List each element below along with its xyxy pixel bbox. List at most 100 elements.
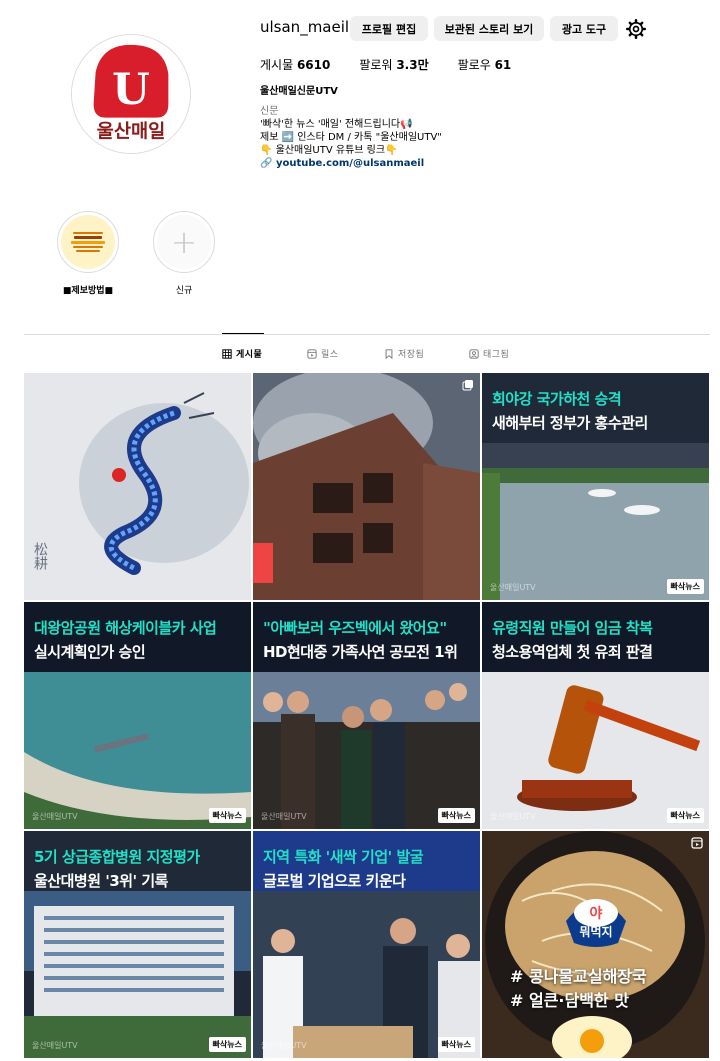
headline-line-1: 유령직원 만들어 임금 착복 <box>492 619 653 637</box>
edit-profile-button[interactable]: 프로필 편집 <box>350 16 428 41</box>
news-badge: 빠삭뉴스 <box>666 808 704 823</box>
svg-text:U: U <box>112 64 150 115</box>
stat-following[interactable]: 팔로우 61 <box>458 56 512 73</box>
headline-line-1: 5기 상급종합병원 지정평가 <box>34 848 200 866</box>
tab-label: 태그됨 <box>483 350 510 360</box>
headline-line-2: 새해부터 정부가 홍수관리 <box>492 414 648 432</box>
stat-value: 61 <box>494 58 512 72</box>
headline-line-2: 글로벌 기업으로 키운다 <box>263 872 406 890</box>
bio-line: 제보 ➡️ 인스타 DM / 카톡 "울산매일UTV" <box>260 132 442 143</box>
watermark: 울산매일UTV <box>490 812 536 821</box>
profile-username: ulsan_maeil <box>260 18 350 36</box>
dragon-painting-image <box>24 373 251 600</box>
watermark: 울산매일UTV <box>32 1041 78 1050</box>
post-tile[interactable]: 야 뭐먹지 # 콩나물교실해장국 # 얼큰·담백한 맛 <box>482 831 709 1058</box>
headline-line-1: "아빠보러 우즈벡에서 왔어요" <box>263 619 447 637</box>
headline-line-2: HD현대중 가족사연 공모전 1위 <box>263 643 458 661</box>
highlight-new-circle: + <box>153 211 215 273</box>
tab-label: 게시물 <box>236 350 263 360</box>
stat-value: 3.3만 <box>396 58 429 72</box>
reels-icon <box>691 837 703 849</box>
tabs-divider <box>24 334 710 335</box>
post-headline: 유령직원 만들어 임금 착복 청소용역업체 첫 유죄 판결 <box>492 616 703 664</box>
watermark: 울산매일UTV <box>261 812 307 821</box>
news-badge: 빠삭뉴스 <box>666 579 704 594</box>
headline-line-2: 실시계획인가 승인 <box>34 643 146 661</box>
building-fire-photo <box>253 373 480 600</box>
active-tab-indicator <box>222 333 264 334</box>
news-badge: 빠삭뉴스 <box>208 1037 246 1052</box>
profile-category: 신문 <box>260 106 279 117</box>
news-badge: 빠삭뉴스 <box>437 1037 475 1052</box>
highlight-label: ■제보방법■ <box>62 286 114 296</box>
ad-tools-button[interactable]: 광고 도구 <box>550 16 618 41</box>
posts-grid: 松耕 회야강 국가하천 승격 새해부터 정부가 홍수관리 울산매일UTV 빠삭뉴… <box>24 373 710 1061</box>
bio-line: 👇 울산매일UTV 유튜브 링크👇 <box>260 145 398 156</box>
profile-stats: 게시물 6610 팔로워 3.3만 팔로우 61 <box>260 56 511 73</box>
tab-tagged[interactable]: 태그됨 <box>469 347 509 360</box>
headline-line-2: 청소용역업체 첫 유죄 판결 <box>492 643 653 661</box>
reels-icon <box>307 348 317 359</box>
tab-reels[interactable]: 릴스 <box>307 347 339 360</box>
gear-icon[interactable] <box>626 19 646 39</box>
plus-icon: + <box>170 223 198 261</box>
grid-icon <box>222 348 232 359</box>
tab-label: 릴스 <box>321 350 339 360</box>
post-tile[interactable]: 5기 상급종합병원 지정평가 울산대병원 '3위' 기록 울산매일UTV 빠삭뉴… <box>24 831 251 1058</box>
stat-followers[interactable]: 팔로워 3.3만 <box>359 56 428 73</box>
view-archive-button[interactable]: 보관된 스토리 보기 <box>434 16 544 41</box>
profile-link[interactable]: 🔗 youtube.com/@ulsanmaeil <box>260 157 640 170</box>
profile-full-name: 울산매일신문UTV <box>260 86 338 97</box>
post-tile[interactable]: "아빠보러 우즈벡에서 왔어요" HD현대중 가족사연 공모전 1위 울산매일U… <box>253 602 480 829</box>
highlight-new[interactable]: + 신규 <box>152 211 216 296</box>
watermark: 울산매일UTV <box>261 1041 307 1050</box>
bookmark-icon <box>385 348 393 359</box>
highlight-thumbnail <box>57 211 119 273</box>
post-tile[interactable]: 회야강 국가하천 승격 새해부터 정부가 홍수관리 울산매일UTV 빠삭뉴스 <box>482 373 709 600</box>
food-logo-bottom: 뭐먹지 <box>579 925 613 939</box>
food-logo-top: 야 <box>589 906 603 922</box>
tagged-icon <box>469 348 479 359</box>
stat-posts: 게시물 6610 <box>260 56 330 73</box>
watermark: 울산매일UTV <box>490 583 536 592</box>
carousel-icon <box>462 380 473 391</box>
post-headline: 회야강 국가하천 승격 새해부터 정부가 홍수관리 <box>492 387 703 435</box>
watermark: 울산매일UTV <box>32 812 78 821</box>
headline-line-1: 대왕암공원 해상케이블카 사업 <box>34 619 217 637</box>
bio-line: '빠삭'한 뉴스 '매일' 전해드립니다📢 <box>260 119 413 130</box>
ulsan-maeil-logo: U 울산매일 <box>72 35 190 153</box>
headline-line-2: 울산대병원 '3위' 기록 <box>34 872 168 890</box>
stat-label: 게시물 <box>260 58 294 72</box>
food-show-logo: 야 뭐먹지 <box>558 889 634 949</box>
post-tile[interactable] <box>253 373 480 600</box>
tab-posts[interactable]: 게시물 <box>222 347 262 360</box>
headline-line-1: 지역 특화 '새싹 기업' 발굴 <box>263 848 424 866</box>
post-tile[interactable]: 대왕암공원 해상케이블카 사업 실시계획인가 승인 울산매일UTV 빠삭뉴스 <box>24 602 251 829</box>
post-hashtags: # 콩나물교실해장국 # 얼큰·담백한 맛 <box>510 965 647 1013</box>
svg-text:울산매일: 울산매일 <box>97 121 166 142</box>
highlight-story[interactable]: ■제보방법■ <box>56 211 120 296</box>
post-tile[interactable]: 지역 특화 '새싹 기업' 발굴 글로벌 기업으로 키운다 울산매일UTV 빠삭… <box>253 831 480 1058</box>
post-headline: 대왕암공원 해상케이블카 사업 실시계획인가 승인 <box>34 616 245 664</box>
post-headline: "아빠보러 우즈벡에서 왔어요" HD현대중 가족사연 공모전 1위 <box>263 616 474 664</box>
profile-avatar[interactable]: U 울산매일 <box>71 34 191 154</box>
post-tile[interactable]: 유령직원 만들어 임금 착복 청소용역업체 첫 유죄 판결 울산매일UTV 빠삭… <box>482 602 709 829</box>
news-badge: 빠삭뉴스 <box>437 808 475 823</box>
stat-value: 6610 <box>296 58 331 72</box>
news-badge: 빠삭뉴스 <box>208 808 246 823</box>
headline-line-1: 회야강 국가하천 승격 <box>492 390 622 408</box>
post-headline: 지역 특화 '새싹 기업' 발굴 글로벌 기업으로 키운다 <box>263 845 474 893</box>
post-tile[interactable]: 松耕 <box>24 373 251 600</box>
highlight-label: 신규 <box>175 286 193 296</box>
tab-label: 저장됨 <box>398 350 425 360</box>
profile-bio: 울산매일신문UTV 신문 '빠삭'한 뉴스 '매일' 전해드립니다📢 제보 ➡️… <box>260 85 640 170</box>
tab-saved[interactable]: 저장됨 <box>384 347 424 360</box>
link-icon: 🔗 <box>260 158 273 169</box>
post-headline: 5기 상급종합병원 지정평가 울산대병원 '3위' 기록 <box>34 845 245 893</box>
painting-signature: 松耕 <box>32 542 48 570</box>
stat-label: 팔로워 <box>359 58 393 72</box>
hashtag-line: # 얼큰·담백한 맛 <box>510 991 629 1010</box>
stat-label: 팔로우 <box>457 58 491 72</box>
profile-link-text: youtube.com/@ulsanmaeil <box>275 158 425 169</box>
hashtag-line: # 콩나물교실해장국 <box>510 967 647 986</box>
